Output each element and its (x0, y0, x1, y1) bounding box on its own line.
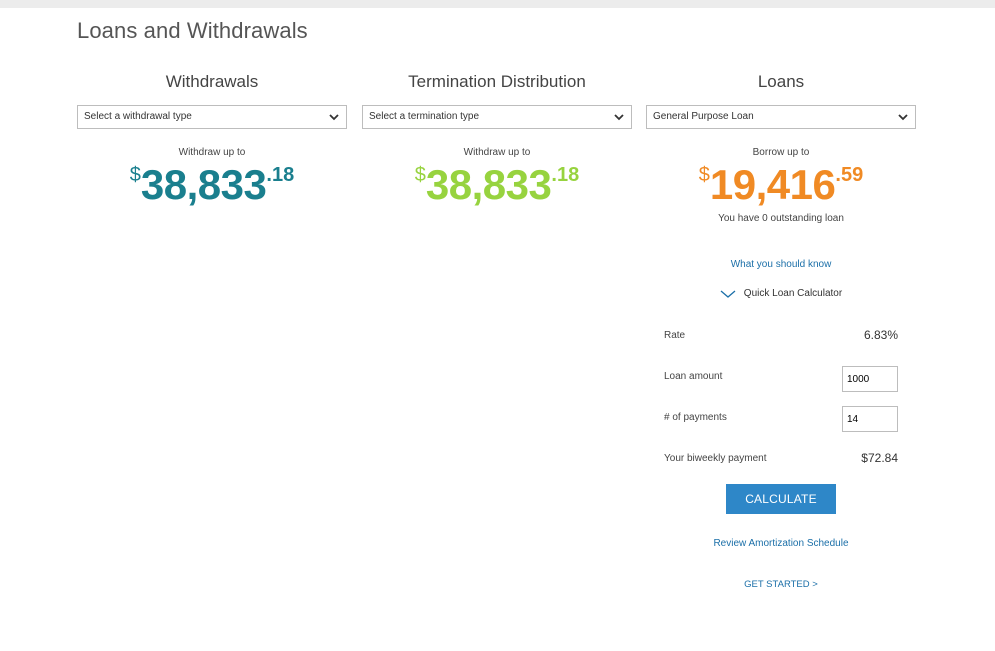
amount-cents: .18 (551, 164, 580, 186)
what-you-should-know-link[interactable]: What you should know (646, 259, 916, 270)
payments-input[interactable] (842, 406, 898, 432)
biweekly-payment-label: Your biweekly payment (664, 453, 767, 464)
loans-title: Loans (757, 72, 805, 91)
top-bar (0, 0, 995, 8)
payment-row: Your biweekly payment $72.84 (664, 448, 898, 489)
rate-value: 6.83% (863, 328, 898, 342)
loan-type-select[interactable]: General Purpose Loan (646, 105, 916, 129)
loan-amount-input[interactable] (842, 366, 898, 392)
loan-amount-label: Loan amount (664, 371, 723, 382)
termination-type-select[interactable]: Select a termination type (362, 105, 632, 129)
amount-cents: .18 (266, 164, 295, 186)
chevron-down-icon (720, 290, 736, 298)
termination-amount: $38,833.18 (362, 163, 632, 207)
withdrawals-title: Withdrawals (165, 72, 259, 91)
withdrawal-type-value: Select a withdrawal type (84, 111, 192, 122)
rate-label: Rate (664, 330, 686, 341)
payments-label: # of payments (664, 412, 727, 423)
loan-amount-row: Loan amount (664, 366, 898, 407)
quick-loan-calculator-toggle[interactable]: Quick Loan Calculator (646, 288, 916, 299)
amount-dollars: 38,833 (140, 161, 267, 208)
amount-cents: .59 (835, 164, 864, 186)
withdraw-up-to-label: Withdraw up to (463, 147, 531, 158)
loan-type-value: General Purpose Loan (653, 111, 754, 122)
page-title: Loans and Withdrawals (77, 18, 308, 43)
termination-column: Termination Distribution Select a termin… (362, 70, 632, 207)
withdrawal-type-select[interactable]: Select a withdrawal type (77, 105, 347, 129)
withdraw-up-to-label: Withdraw up to (178, 147, 246, 158)
calculate-button[interactable]: CALCULATE (726, 484, 836, 514)
loans-column: Loans General Purpose Loan Borrow up to … (646, 70, 916, 299)
chevron-down-icon (329, 114, 339, 121)
borrow-up-to-label: Borrow up to (752, 147, 810, 158)
quick-loan-calculator-label: Quick Loan Calculator (743, 288, 843, 299)
currency-symbol: $ (414, 164, 426, 186)
review-amortization-link[interactable]: Review Amortization Schedule (646, 538, 916, 549)
quick-loan-calculator: Rate 6.83% Loan amount # of payments You… (664, 325, 898, 489)
withdrawals-column: Withdrawals Select a withdrawal type Wit… (77, 70, 347, 207)
withdrawal-amount: $38,833.18 (77, 163, 347, 207)
biweekly-payment-value: $72.84 (861, 451, 898, 465)
chevron-down-icon (898, 114, 908, 121)
termination-type-value: Select a termination type (369, 111, 480, 122)
amount-dollars: 19,416 (709, 161, 836, 208)
get-started-link[interactable]: GET STARTED > (646, 579, 916, 590)
currency-symbol: $ (698, 164, 710, 186)
currency-symbol: $ (129, 164, 141, 186)
outstanding-loans-text: You have 0 outstanding loan (718, 213, 844, 224)
payments-row: # of payments (664, 406, 898, 448)
loan-amount: $19,416.59 (646, 163, 916, 207)
rate-row: Rate 6.83% (664, 325, 898, 366)
chevron-down-icon (614, 114, 624, 121)
amount-dollars: 38,833 (425, 161, 552, 208)
termination-title: Termination Distribution (408, 72, 586, 91)
